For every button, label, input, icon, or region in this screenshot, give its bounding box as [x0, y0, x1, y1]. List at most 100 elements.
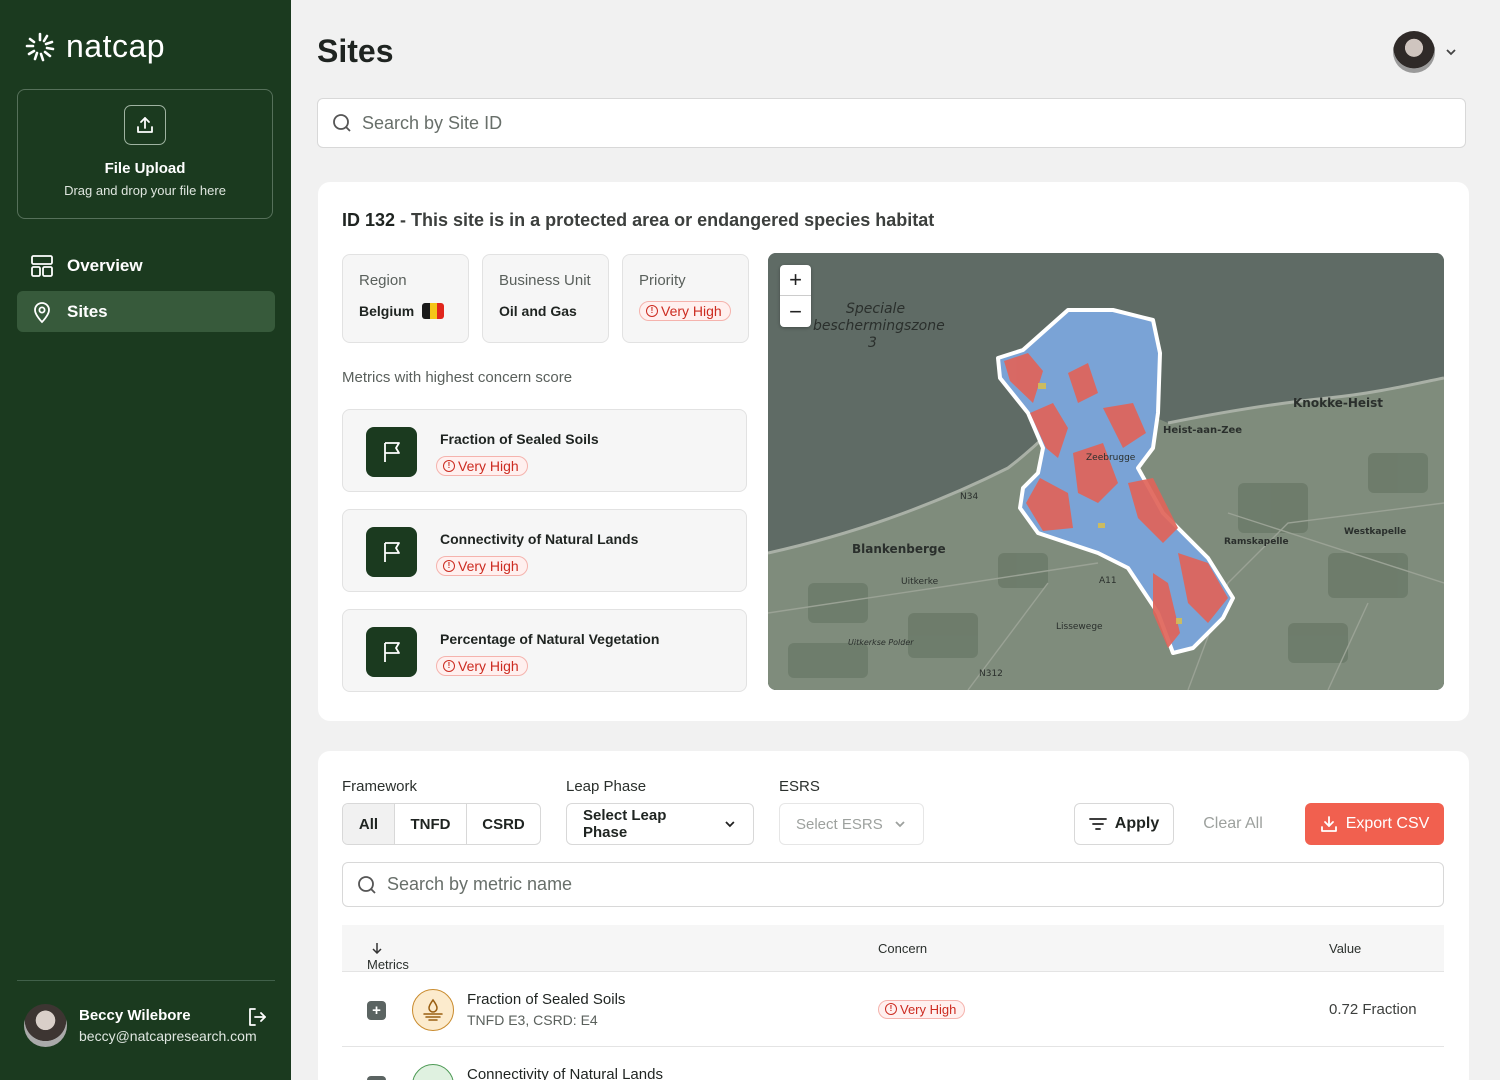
map-canvas: Speciale beschermingszone 3 Knokke-Heist…: [768, 253, 1444, 690]
metric-search: [342, 862, 1444, 907]
business-unit-box: Business Unit Oil and Gas: [482, 254, 609, 343]
upload-title: File Upload: [104, 160, 186, 177]
map-label: Zeebrugge: [1086, 453, 1136, 463]
status-badge: ! Very High: [878, 999, 966, 1019]
download-icon: [1320, 816, 1337, 832]
metric-name: Percentage of Natural Vegetation: [440, 631, 660, 647]
esrs-placeholder: Select ESRS: [796, 815, 883, 833]
alert-circle-icon: !: [443, 460, 455, 472]
column-header-metrics[interactable]: Metrics: [367, 941, 409, 972]
map-label: N34: [960, 492, 978, 502]
metric-concern-label: Very High: [458, 658, 519, 674]
chevron-down-icon: [895, 821, 905, 828]
region-label: Region: [359, 272, 407, 289]
logout-icon[interactable]: [246, 1006, 268, 1028]
region-value: Belgium: [359, 303, 415, 319]
metric-concern: ! Very High: [436, 555, 528, 576]
sidebar: natcap File Upload Drag and drop your fi…: [0, 0, 291, 1080]
expand-row-button[interactable]: +: [367, 1076, 386, 1080]
business-unit-label: Business Unit: [499, 272, 591, 289]
top-metric-card[interactable]: Fraction of Sealed Soils ! Very High: [342, 409, 747, 492]
row-metric-name: Fraction of Sealed Soils: [467, 991, 626, 1008]
flag-stripe-black: [422, 303, 430, 319]
landscape-icon: [412, 1064, 454, 1080]
nav-label-overview: Overview: [67, 255, 143, 275]
column-header-value: Value: [1329, 941, 1362, 956]
top-metric-card[interactable]: Connectivity of Natural Lands ! Very High: [342, 509, 747, 592]
status-badge: ! Very High: [436, 556, 528, 576]
nav-item-sites[interactable]: Sites: [17, 291, 275, 332]
file-upload-dropzone[interactable]: File Upload Drag and drop your file here: [17, 89, 273, 219]
esrs-label: ESRS: [779, 778, 820, 795]
top-metric-card[interactable]: Percentage of Natural Vegetation ! Very H…: [342, 609, 747, 692]
water-drop-icon: [412, 989, 454, 1031]
map-label: Knokke-Heist: [1293, 396, 1383, 410]
alert-circle-icon: !: [443, 660, 455, 672]
map-label: Blankenberge: [852, 542, 946, 556]
table-header: Metrics Concern Value: [342, 925, 1444, 972]
site-search-input[interactable]: [362, 112, 1382, 134]
row-metric-name: Connectivity of Natural Lands: [467, 1066, 663, 1080]
map-label: Lissewege: [1056, 622, 1103, 632]
priority-value-wrap: ! Very High: [639, 301, 732, 321]
esrs-select[interactable]: Select ESRS: [779, 803, 924, 845]
site-id: ID 132: [342, 210, 396, 230]
table-row[interactable]: + Fraction of Sealed Soils TNFD E3, CSRD…: [342, 971, 1444, 1046]
column-header-concern: Concern: [878, 941, 928, 956]
map-label: Ramskapelle: [1224, 537, 1289, 547]
metrics-title: Metrics with highest concern score: [342, 369, 573, 386]
framework-option-tnfd[interactable]: TNFD: [395, 804, 467, 844]
metric-concern: ! Very High: [436, 455, 528, 476]
metric-concern: ! Very High: [436, 655, 528, 676]
status-badge: ! Very High: [436, 656, 528, 676]
chevron-down-icon: [725, 821, 735, 828]
nav-item-overview[interactable]: Overview: [17, 245, 275, 286]
metric-name: Connectivity of Natural Lands: [440, 531, 639, 547]
nav-label-sites: Sites: [67, 301, 108, 321]
arrow-down-icon: [372, 943, 382, 955]
framework-toggle: All TNFD CSRD: [342, 803, 541, 845]
map-label: Westkapelle: [1344, 527, 1406, 537]
export-csv-button[interactable]: Export CSV: [1305, 803, 1444, 845]
metrics-table-card: Framework All TNFD CSRD Leap Phase Selec…: [318, 751, 1469, 1080]
map-label: A11: [1099, 576, 1117, 586]
site-search: [317, 98, 1466, 148]
map-label: Speciale: [846, 301, 905, 317]
chevron-down-icon[interactable]: [1444, 45, 1458, 59]
leap-phase-placeholder: Select Leap Phase: [583, 807, 667, 841]
site-map[interactable]: Speciale beschermingszone 3 Knokke-Heist…: [768, 253, 1444, 690]
leap-phase-select[interactable]: Select Leap Phase: [566, 803, 754, 845]
logo[interactable]: natcap: [24, 28, 165, 65]
priority-label: Priority: [639, 272, 686, 289]
site-separator: -: [395, 210, 412, 230]
framework-option-csrd[interactable]: CSRD: [467, 804, 540, 844]
clear-all-button[interactable]: Clear All: [1187, 803, 1279, 845]
framework-option-all[interactable]: All: [343, 804, 395, 844]
search-icon: [333, 114, 351, 132]
expand-row-button[interactable]: +: [367, 1001, 386, 1020]
zoom-in-button[interactable]: +: [780, 265, 811, 296]
avatar: [24, 1004, 67, 1047]
app-name: natcap: [66, 28, 166, 64]
flag-icon: [366, 627, 417, 677]
apply-button[interactable]: Apply: [1074, 803, 1174, 845]
leap-phase-label: Leap Phase: [566, 778, 647, 795]
map-label: Uitkerkse Polder: [848, 638, 914, 647]
user-name: Beccy Wilebore: [79, 1007, 191, 1024]
table-row[interactable]: + Connectivity of Natural Lands: [342, 1046, 1444, 1080]
site-heading: ID 132 - This site is in a protected are…: [342, 210, 934, 231]
row-concern-label: Very High: [900, 1001, 957, 1017]
alert-circle-icon: !: [443, 560, 455, 572]
map-label: N312: [979, 669, 1003, 679]
metric-search-input[interactable]: [387, 874, 1365, 895]
page-title: Sites: [317, 33, 394, 69]
site-description: This site is in a protected area or enda…: [411, 210, 935, 230]
zoom-out-button[interactable]: −: [780, 296, 811, 327]
natcap-logo-icon: [25, 32, 55, 61]
priority-value: Very High: [661, 303, 722, 319]
row-concern: ! Very High: [878, 998, 966, 1019]
header-avatar[interactable]: [1393, 31, 1435, 73]
alert-circle-icon: !: [885, 1003, 897, 1015]
user-email: beccy@natcapresearch.com: [79, 1028, 257, 1044]
flag-stripe-red: [436, 303, 445, 319]
